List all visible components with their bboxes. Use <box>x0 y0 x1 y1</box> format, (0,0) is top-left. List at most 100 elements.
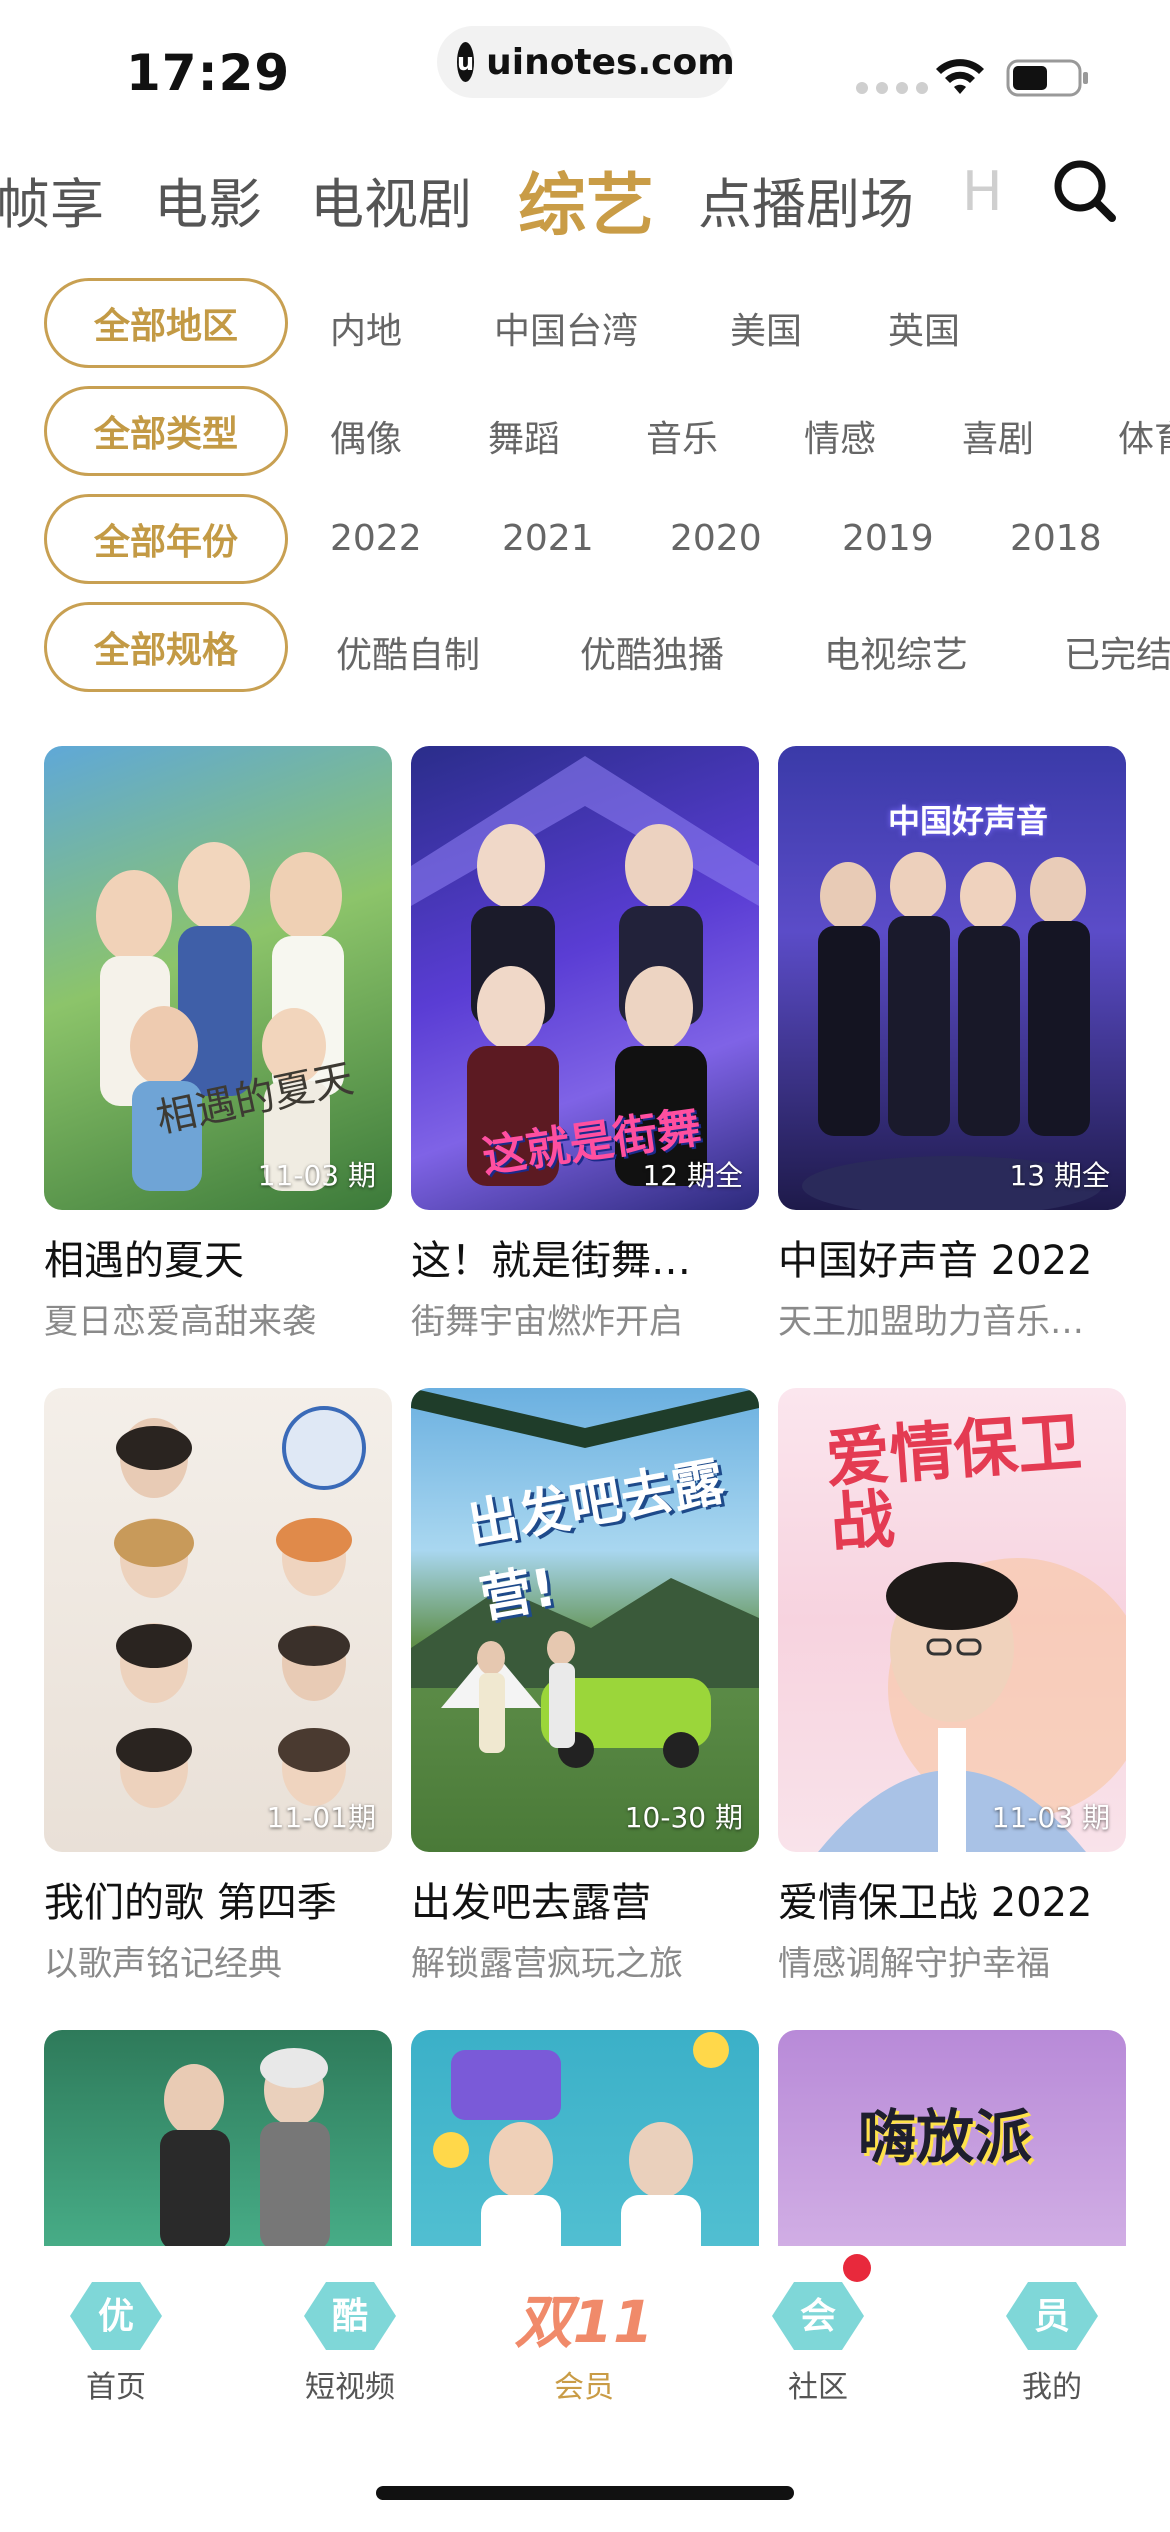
variety-card[interactable]: 中国好声音 13 期全 中国好声音 2022 天王加盟助力音乐… <box>778 746 1126 1343</box>
filter-option[interactable]: 电视综艺 <box>824 626 968 678</box>
variety-card[interactable]: 爱情保卫战 11-03 期 爱情保卫战 2022 情感调解守护幸福 <box>778 1388 1126 1985</box>
community-icon: 会 <box>770 2276 866 2356</box>
card-title: 这！就是街舞… <box>411 1238 691 1284</box>
poster-title-art: 中国好声音 <box>888 802 1049 840</box>
card-title: 爱情保卫战 2022 <box>778 1880 1093 1926</box>
poster-image: 出发吧去露营! 10-30 期 <box>411 1388 759 1852</box>
nav-label: 会员 <box>554 2370 614 2405</box>
tab-on-demand-theater[interactable]: 点播剧场 <box>698 160 914 239</box>
battery-icon <box>1006 59 1088 97</box>
site-logo-icon: u <box>457 42 475 82</box>
filter-row-spec: 全部规格 优酷自制 优酷独播 电视综艺 已完结 <box>0 602 1170 694</box>
variety-card[interactable]: 相遇的夏天 11-03 期 相遇的夏天 夏日恋爱高甜来袭 <box>44 746 392 1343</box>
filter-option[interactable]: 情感 <box>804 410 876 462</box>
card-title: 我们的歌 第四季 <box>44 1880 337 1926</box>
filter-option[interactable]: 已完结 <box>1064 626 1170 678</box>
nav-label: 我的 <box>1022 2370 1082 2405</box>
episode-badge: 11-01期 <box>266 1801 376 1834</box>
svg-text:优: 优 <box>98 2296 134 2337</box>
short-video-icon: 酷 <box>302 2276 398 2356</box>
filter-row-type: 全部类型 偶像 舞蹈 音乐 情感 喜剧 体育 <box>0 386 1170 478</box>
filter-option[interactable]: 2019 <box>842 518 934 559</box>
poster-image: 爱情保卫战 11-03 期 <box>778 1388 1126 1852</box>
filter-option[interactable]: 中国台湾 <box>494 302 638 354</box>
filter-option[interactable]: 美国 <box>730 302 802 354</box>
variety-card[interactable]: 11-01期 我们的歌 第四季 以歌声铭记经典 <box>44 1388 392 1985</box>
nav-mine[interactable]: 员 我的 <box>962 2276 1142 2406</box>
home-indicator[interactable] <box>376 2486 794 2500</box>
filter-option[interactable]: 内地 <box>330 302 402 354</box>
channel-tabs: 帧享 电影 电视剧 综艺 点播剧场 H <box>0 150 1170 250</box>
notification-dot <box>843 2254 871 2282</box>
nav-label: 首页 <box>86 2370 146 2405</box>
cellular-signal-icon <box>856 82 928 94</box>
nav-member[interactable]: 双11 会员 <box>494 2276 674 2406</box>
status-time: 17:29 <box>126 44 291 102</box>
filter-option[interactable]: 体育 <box>1118 410 1170 462</box>
card-subtitle: 天王加盟助力音乐… <box>778 1302 1084 1342</box>
filter-option[interactable]: 喜剧 <box>962 410 1034 462</box>
tab-tv-series[interactable]: 电视剧 <box>310 160 472 239</box>
filter-all-year[interactable]: 全部年份 <box>44 494 288 584</box>
variety-card[interactable]: 出发吧去露营! 10-30 期 出发吧去露营 解锁露营疯玩之旅 <box>411 1388 759 1985</box>
poster-title-art: 嗨放派 <box>858 2103 1033 2171</box>
filter-option[interactable]: 优酷自制 <box>336 626 480 678</box>
filter-option[interactable]: 2020 <box>670 518 762 559</box>
poster-image: 中国好声音 13 期全 <box>778 746 1126 1210</box>
status-bar: 17:29 u uinotes.com <box>0 0 1170 140</box>
filter-option[interactable]: 2022 <box>330 518 422 559</box>
nav-community[interactable]: 会 社区 <box>728 2276 908 2406</box>
nav-home[interactable]: 优 首页 <box>26 2276 206 2406</box>
card-subtitle: 夏日恋爱高甜来袭 <box>44 1302 316 1342</box>
nav-label: 短视频 <box>305 2370 395 2405</box>
episode-badge: 10-30 期 <box>624 1801 743 1834</box>
filter-option[interactable]: 偶像 <box>330 410 402 462</box>
filter-all-type[interactable]: 全部类型 <box>44 386 288 476</box>
card-title: 中国好声音 2022 <box>778 1238 1093 1284</box>
nav-label: 社区 <box>788 2370 848 2405</box>
card-title: 相遇的夏天 <box>44 1238 244 1284</box>
card-subtitle: 情感调解守护幸福 <box>778 1944 1050 1984</box>
poster-image: 这就是街舞 12 期全 <box>411 746 759 1210</box>
episode-badge: 13 期全 <box>1009 1159 1110 1192</box>
variety-card[interactable]: 这就是街舞 12 期全 这！就是街舞… 街舞宇宙燃炸开启 <box>411 746 759 1343</box>
tab-zhenxiang[interactable]: 帧享 <box>0 160 104 239</box>
card-subtitle: 以歌声铭记经典 <box>44 1944 282 1984</box>
poster-title-art: 爱情保卫战 <box>823 1405 1085 1562</box>
episode-badge: 11-03 期 <box>257 1159 376 1192</box>
tab-next[interactable]: H <box>962 160 1003 223</box>
svg-text:酷: 酷 <box>332 2296 368 2337</box>
poster-art <box>114 1406 366 1808</box>
filter-option[interactable]: 舞蹈 <box>488 410 560 462</box>
filter-option[interactable]: 2018 <box>1010 518 1102 559</box>
double-eleven-icon: 双11 <box>514 2276 654 2356</box>
card-subtitle: 街舞宇宙燃炸开启 <box>411 1302 683 1342</box>
filter-all-region[interactable]: 全部地区 <box>44 278 288 368</box>
url-text: uinotes.com <box>486 41 735 83</box>
svg-text:员: 员 <box>1034 2296 1070 2337</box>
poster-image: 相遇的夏天 11-03 期 <box>44 746 392 1210</box>
poster-art <box>96 842 344 1191</box>
card-subtitle: 解锁露营疯玩之旅 <box>411 1944 683 1984</box>
tab-variety[interactable]: 综艺 <box>518 150 654 249</box>
profile-icon: 员 <box>1004 2276 1100 2356</box>
filter-option[interactable]: 2021 <box>502 518 594 559</box>
filter-row-year: 全部年份 2022 2021 2020 2019 2018 <box>0 494 1170 586</box>
poster-image: 11-01期 <box>44 1388 392 1852</box>
filter-all-spec[interactable]: 全部规格 <box>44 602 288 692</box>
episode-badge: 12 期全 <box>642 1159 743 1192</box>
wifi-icon <box>936 59 984 94</box>
filter-row-region: 全部地区 内地 中国台湾 美国 英国 <box>0 278 1170 370</box>
filter-option[interactable]: 英国 <box>888 302 960 354</box>
url-pill[interactable]: u uinotes.com <box>437 26 735 98</box>
svg-text:双11: 双11 <box>515 2288 654 2356</box>
tab-movie[interactable]: 电影 <box>154 160 262 239</box>
svg-text:会: 会 <box>800 2296 836 2337</box>
home-icon: 优 <box>68 2276 164 2356</box>
search-icon[interactable] <box>1052 158 1118 224</box>
episode-badge: 11-03 期 <box>991 1801 1110 1834</box>
filter-option[interactable]: 音乐 <box>646 410 718 462</box>
filter-option[interactable]: 优酷独播 <box>580 626 724 678</box>
card-title: 出发吧去露营 <box>411 1880 651 1926</box>
nav-short-video[interactable]: 酷 短视频 <box>260 2276 440 2406</box>
